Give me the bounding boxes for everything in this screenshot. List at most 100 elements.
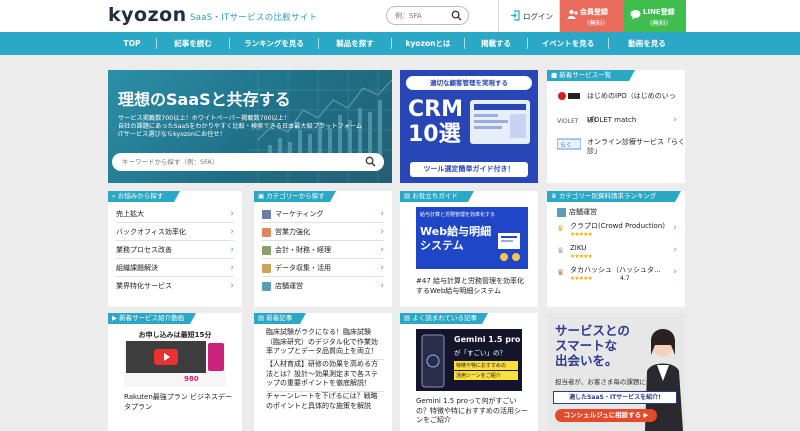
ranking-item[interactable]: ♛ クラプロ(Crowd Production) ★★★★★ › bbox=[557, 221, 677, 241]
line-register-button[interactable]: LINE登録 (無料) bbox=[623, 0, 686, 32]
login-icon bbox=[511, 10, 520, 21]
new-services-title: 新着サービス一覧 bbox=[559, 71, 612, 79]
hero-desc-line1: サービス掲載数700以上！ホワイトペーパー掲載数700以上！ bbox=[118, 115, 291, 122]
worries-card: ⌕ お悩みから探す 売上拡大 › バックオフィス効率化 › 業務プロセス改善 › 組織… bbox=[108, 191, 242, 307]
service-item[interactable]: はじめのIPO（はじめのいっぽ） bbox=[557, 84, 677, 124]
article-link[interactable]: 【人材育成】研修の効果を高める方法とは？設計〜効果測定まで各ステップの重要ポイン… bbox=[266, 360, 384, 392]
service-video-caption[interactable]: Rakuten最強プラン ビジネスデータプラン bbox=[124, 393, 236, 412]
accounting-icon bbox=[262, 245, 271, 255]
store-icon bbox=[262, 281, 271, 291]
popular-articles-header: ▤ よく読まれている記事 bbox=[400, 313, 488, 324]
service-item[interactable]: VIOLET VIOLET match › bbox=[557, 108, 677, 132]
member-register-button[interactable]: 会員登録 (無料) bbox=[560, 0, 623, 32]
header-search[interactable] bbox=[386, 6, 469, 25]
new-articles-title: 新着記事 bbox=[266, 314, 293, 322]
nav-articles[interactable]: 記事を読む bbox=[157, 32, 229, 55]
book-icon: ▤ bbox=[404, 192, 413, 200]
nav-ranking[interactable]: ランキングを見る bbox=[230, 32, 318, 55]
site-tagline: SaaS・ITサービスの比較サイト bbox=[190, 13, 318, 23]
login-button[interactable]: ログイン bbox=[498, 0, 560, 32]
concierge-subtitle: 担当者が、お客さま毎の課題に bbox=[555, 378, 646, 386]
nav-videos[interactable]: 動画を見る bbox=[609, 32, 685, 55]
member-register-free: (無料) bbox=[587, 19, 606, 27]
chevron-right-icon: › bbox=[673, 245, 677, 255]
sales-icon bbox=[262, 227, 271, 237]
worry-item[interactable]: バックオフィス効率化 › bbox=[116, 223, 234, 241]
ranking-item[interactable]: ♛ ZIKU ★★★★★ › bbox=[557, 243, 677, 263]
rating-score: 4.7 bbox=[620, 275, 630, 282]
chevron-right-icon: › bbox=[230, 245, 234, 255]
nav-top[interactable]: TOP bbox=[108, 32, 156, 55]
category-item[interactable]: マーケティング › bbox=[262, 205, 384, 223]
concierge-banner[interactable]: サービスとの スマートな 出会いを。 担当者が、お客さま毎の課題に 適したSaa… bbox=[547, 313, 685, 431]
gold-crown-icon: ♛ bbox=[557, 224, 565, 233]
crm-banner-screenshot bbox=[470, 100, 530, 144]
line-register-label: LINE登録 bbox=[643, 8, 675, 16]
article-link[interactable]: 臨床試験がラクになる！臨床試験（臨床研究）のデジタル化で作業効率アップとデータ品… bbox=[266, 328, 384, 360]
nav-events[interactable]: イベントを見る bbox=[528, 32, 608, 55]
phone-graphic bbox=[208, 343, 224, 371]
new-articles-card: ▤ 新着記事 臨床試験がラクになる！臨床試験（臨床研究）のデジタル化で作業効率ア… bbox=[254, 313, 392, 431]
chevron-right-icon: › bbox=[380, 227, 384, 237]
category-item[interactable]: 店舗運営 › bbox=[262, 277, 384, 295]
popular-article-caption[interactable]: Gemini 1.5 proって何がすごいの？特徴や特におすすめの活用シーンをご… bbox=[416, 397, 528, 426]
categories-header: ▣ カテゴリーから探す bbox=[254, 191, 336, 202]
chevron-right-icon: › bbox=[230, 227, 234, 237]
video-player[interactable] bbox=[126, 341, 206, 373]
popular-articles-title: よく読まれている記事 bbox=[412, 314, 478, 322]
popular-articles-card: ▤ よく読まれている記事 Gemini 1.5 pro が「すごい」の？ 特徴や… bbox=[400, 313, 538, 431]
document-icon: ▤ bbox=[258, 314, 267, 322]
service-name: オンライン診療サービス「らく診」 bbox=[587, 138, 685, 155]
category-item[interactable]: 営業力強化 › bbox=[262, 223, 384, 241]
hero-search[interactable] bbox=[112, 153, 384, 171]
chevron-right-icon: › bbox=[380, 209, 384, 219]
folder-icon: ▣ bbox=[258, 192, 267, 200]
nav-about[interactable]: kyozonとは bbox=[392, 32, 464, 55]
chevron-right-icon: › bbox=[230, 263, 234, 273]
concierge-consult-button[interactable]: コンシェルジュに相談する ▶ bbox=[555, 409, 657, 422]
article-link[interactable]: チャーンレートを下げるには？戦略のポイントと具体的な施策を解説 bbox=[266, 392, 384, 411]
popular-article-thumbnail[interactable]: Gemini 1.5 pro が「すごい」の？ 特徴や特におすすめの 活用シーン… bbox=[416, 329, 522, 391]
guide-thumbnail[interactable]: 給与計算と労務管理を効率化する Web給与明細 システム bbox=[416, 207, 528, 269]
svg-text:らく: らく bbox=[560, 142, 572, 149]
site-header: kyozon SaaS・ITサービスの比較サイト ログイン 会員登録 (無料) … bbox=[0, 0, 800, 32]
service-video-thumbnail[interactable]: お申し込みは最短15分 980 bbox=[124, 329, 226, 387]
concierge-title: サービスとの スマートな 出会いを。 bbox=[555, 323, 630, 368]
ranking-item[interactable]: ♛ タカハッシュ（ハッシュタ... ★★★★★ 4.7 › bbox=[557, 265, 677, 285]
nav-listing[interactable]: 掲載する bbox=[465, 32, 527, 55]
category-item[interactable]: 会計・財務・経理 › bbox=[262, 241, 384, 259]
play-button[interactable] bbox=[154, 349, 178, 365]
hajimeno-ipo-logo bbox=[558, 92, 580, 100]
chevron-right-icon: › bbox=[230, 209, 234, 219]
nav-products[interactable]: 製品を探す bbox=[319, 32, 391, 55]
header-search-input[interactable] bbox=[395, 10, 451, 22]
violet-match-logo: VIOLET bbox=[557, 118, 579, 125]
search-icon[interactable] bbox=[365, 156, 376, 167]
site-logo[interactable]: kyozon bbox=[108, 4, 187, 26]
worry-item[interactable]: 組織課題解決 › bbox=[116, 259, 234, 277]
search-icon[interactable] bbox=[451, 10, 462, 21]
categories-title: カテゴリーから探す bbox=[266, 192, 325, 200]
svg-text:VIOLET: VIOLET bbox=[557, 118, 579, 125]
list-icon: ■ bbox=[551, 71, 560, 79]
crm-banner[interactable]: 適切な顧客管理を実現する CRM 10選 ツール選定簡単ガイド付き！ bbox=[400, 70, 538, 183]
service-item[interactable]: らく オンライン診療サービス「らく診」 bbox=[557, 132, 685, 162]
ranking-category: 店舗運営 bbox=[557, 207, 597, 217]
worry-item[interactable]: 業務プロセス改善 › bbox=[116, 241, 234, 259]
main-nav: TOP 記事を読む ランキングを見る 製品を探す kyozonとは 掲載する イ… bbox=[0, 32, 800, 55]
data-icon bbox=[262, 263, 271, 273]
worry-item[interactable]: 業界特化サービス › bbox=[116, 277, 234, 295]
category-item[interactable]: データ収集・活用 › bbox=[262, 259, 384, 277]
service-video-header: ▶ 新着サービス紹介動画 bbox=[108, 313, 196, 324]
crm-banner-subtitle: 適切な顧客管理を実現する bbox=[406, 76, 532, 90]
crm-guide-button[interactable]: ツール選定簡単ガイド付き！ bbox=[410, 162, 528, 177]
line-register-free: (無料) bbox=[650, 19, 669, 27]
ranking-card: ♛ カテゴリー別資料請求ランキング 店舗運営 ♛ クラプロ(Crowd Produ… bbox=[547, 191, 685, 307]
guide-caption[interactable]: #47 給与計算と労務管理を効率化するWeb給与明細システム bbox=[416, 277, 528, 296]
guide-card[interactable]: ▤ お役立ちガイド 給与計算と労務管理を効率化する Web給与明細 システム #… bbox=[400, 191, 538, 307]
login-label: ログイン bbox=[523, 12, 553, 21]
worry-item[interactable]: 売上拡大 › bbox=[116, 205, 234, 223]
chevron-right-icon: › bbox=[673, 267, 677, 277]
silver-crown-icon: ♛ bbox=[557, 246, 565, 255]
hero-search-input[interactable] bbox=[122, 156, 322, 168]
